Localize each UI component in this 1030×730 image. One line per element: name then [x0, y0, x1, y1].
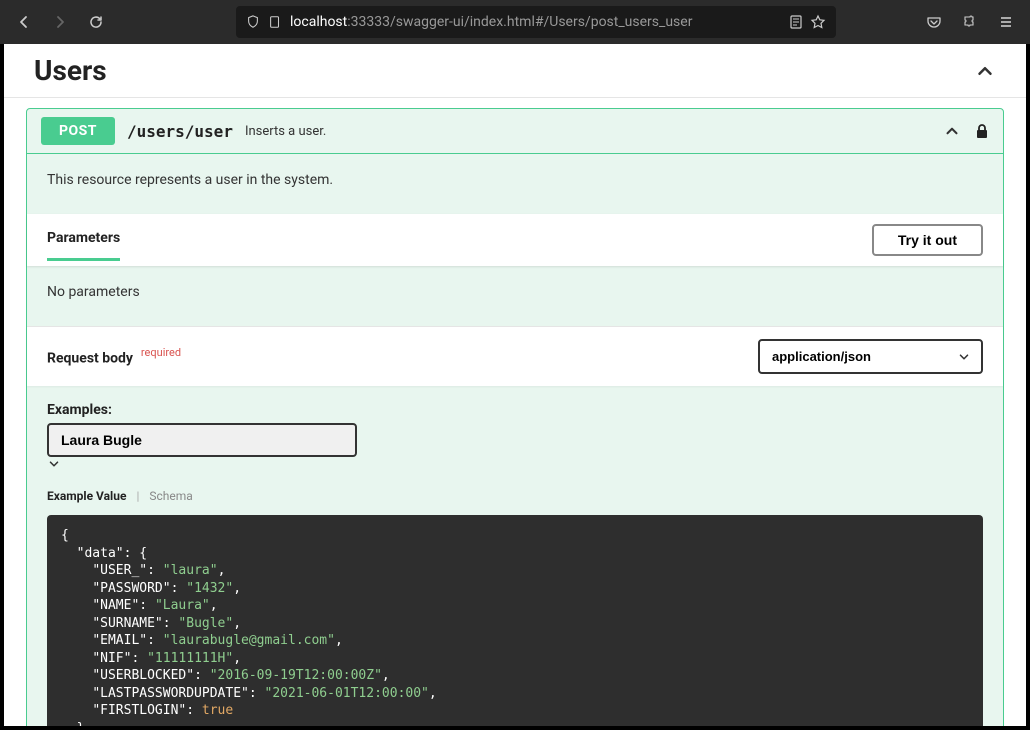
chevron-up-icon [974, 60, 996, 82]
tab-schema[interactable]: Schema [149, 489, 192, 503]
pocket-button[interactable] [918, 6, 950, 38]
puzzle-icon [962, 14, 978, 30]
back-button[interactable] [8, 6, 40, 38]
example-body-code: { "data": { "USER_": "laura", "PASSWORD"… [47, 515, 983, 730]
operation-path: /users/user [127, 122, 233, 141]
required-badge: required [141, 346, 181, 359]
shield-icon [246, 15, 260, 29]
body-tabs: Example Value | Schema [27, 479, 1003, 511]
arrow-right-icon [52, 14, 68, 30]
chevron-down-icon [47, 457, 61, 471]
request-body-bar: Request body required application/json [27, 326, 1003, 386]
example-select[interactable]: Laura Bugle [47, 423, 357, 457]
browser-toolbar: localhost:33333/swagger-ui/index.html#/U… [0, 0, 1030, 44]
lock-icon[interactable] [975, 123, 989, 139]
parameters-bar: Parameters Try it out [27, 214, 1003, 266]
operation-description: This resource represents a user in the s… [27, 153, 1003, 214]
request-body-label: Request body [47, 351, 133, 367]
content-type-select[interactable]: application/json [758, 339, 983, 374]
examples-label: Examples: [47, 402, 983, 418]
menu-button[interactable] [990, 6, 1022, 38]
extensions-button[interactable] [954, 6, 986, 38]
examples-block: Examples: Laura Bugle [27, 386, 1003, 479]
url-bar[interactable]: localhost:33333/swagger-ui/index.html#/U… [236, 6, 836, 38]
page-body: Users POST /users/user Inserts a user. T… [0, 44, 1030, 730]
try-it-out-button[interactable]: Try it out [872, 224, 983, 256]
operation-header[interactable]: POST /users/user Inserts a user. [27, 109, 1003, 153]
tab-example-value[interactable]: Example Value [47, 489, 126, 503]
parameters-heading: Parameters [47, 230, 120, 261]
bookmark-icon[interactable] [810, 14, 826, 30]
page-icon [268, 15, 282, 29]
forward-button[interactable] [44, 6, 76, 38]
reader-icon[interactable] [788, 14, 804, 30]
hamburger-icon [998, 14, 1014, 30]
arrow-left-icon [16, 14, 32, 30]
parameters-empty: No parameters [27, 266, 1003, 326]
pocket-icon [926, 14, 942, 30]
operation-block: POST /users/user Inserts a user. This re… [26, 108, 1004, 730]
section-title: Users [34, 54, 107, 87]
url-text: localhost:33333/swagger-ui/index.html#/U… [290, 14, 692, 30]
operation-summary: Inserts a user. [245, 124, 326, 139]
method-badge: POST [41, 117, 115, 145]
reload-icon [88, 14, 104, 30]
reload-button[interactable] [80, 6, 112, 38]
section-header[interactable]: Users [4, 44, 1026, 98]
chevron-up-icon[interactable] [943, 122, 961, 140]
collapse-section-button[interactable] [974, 60, 996, 82]
